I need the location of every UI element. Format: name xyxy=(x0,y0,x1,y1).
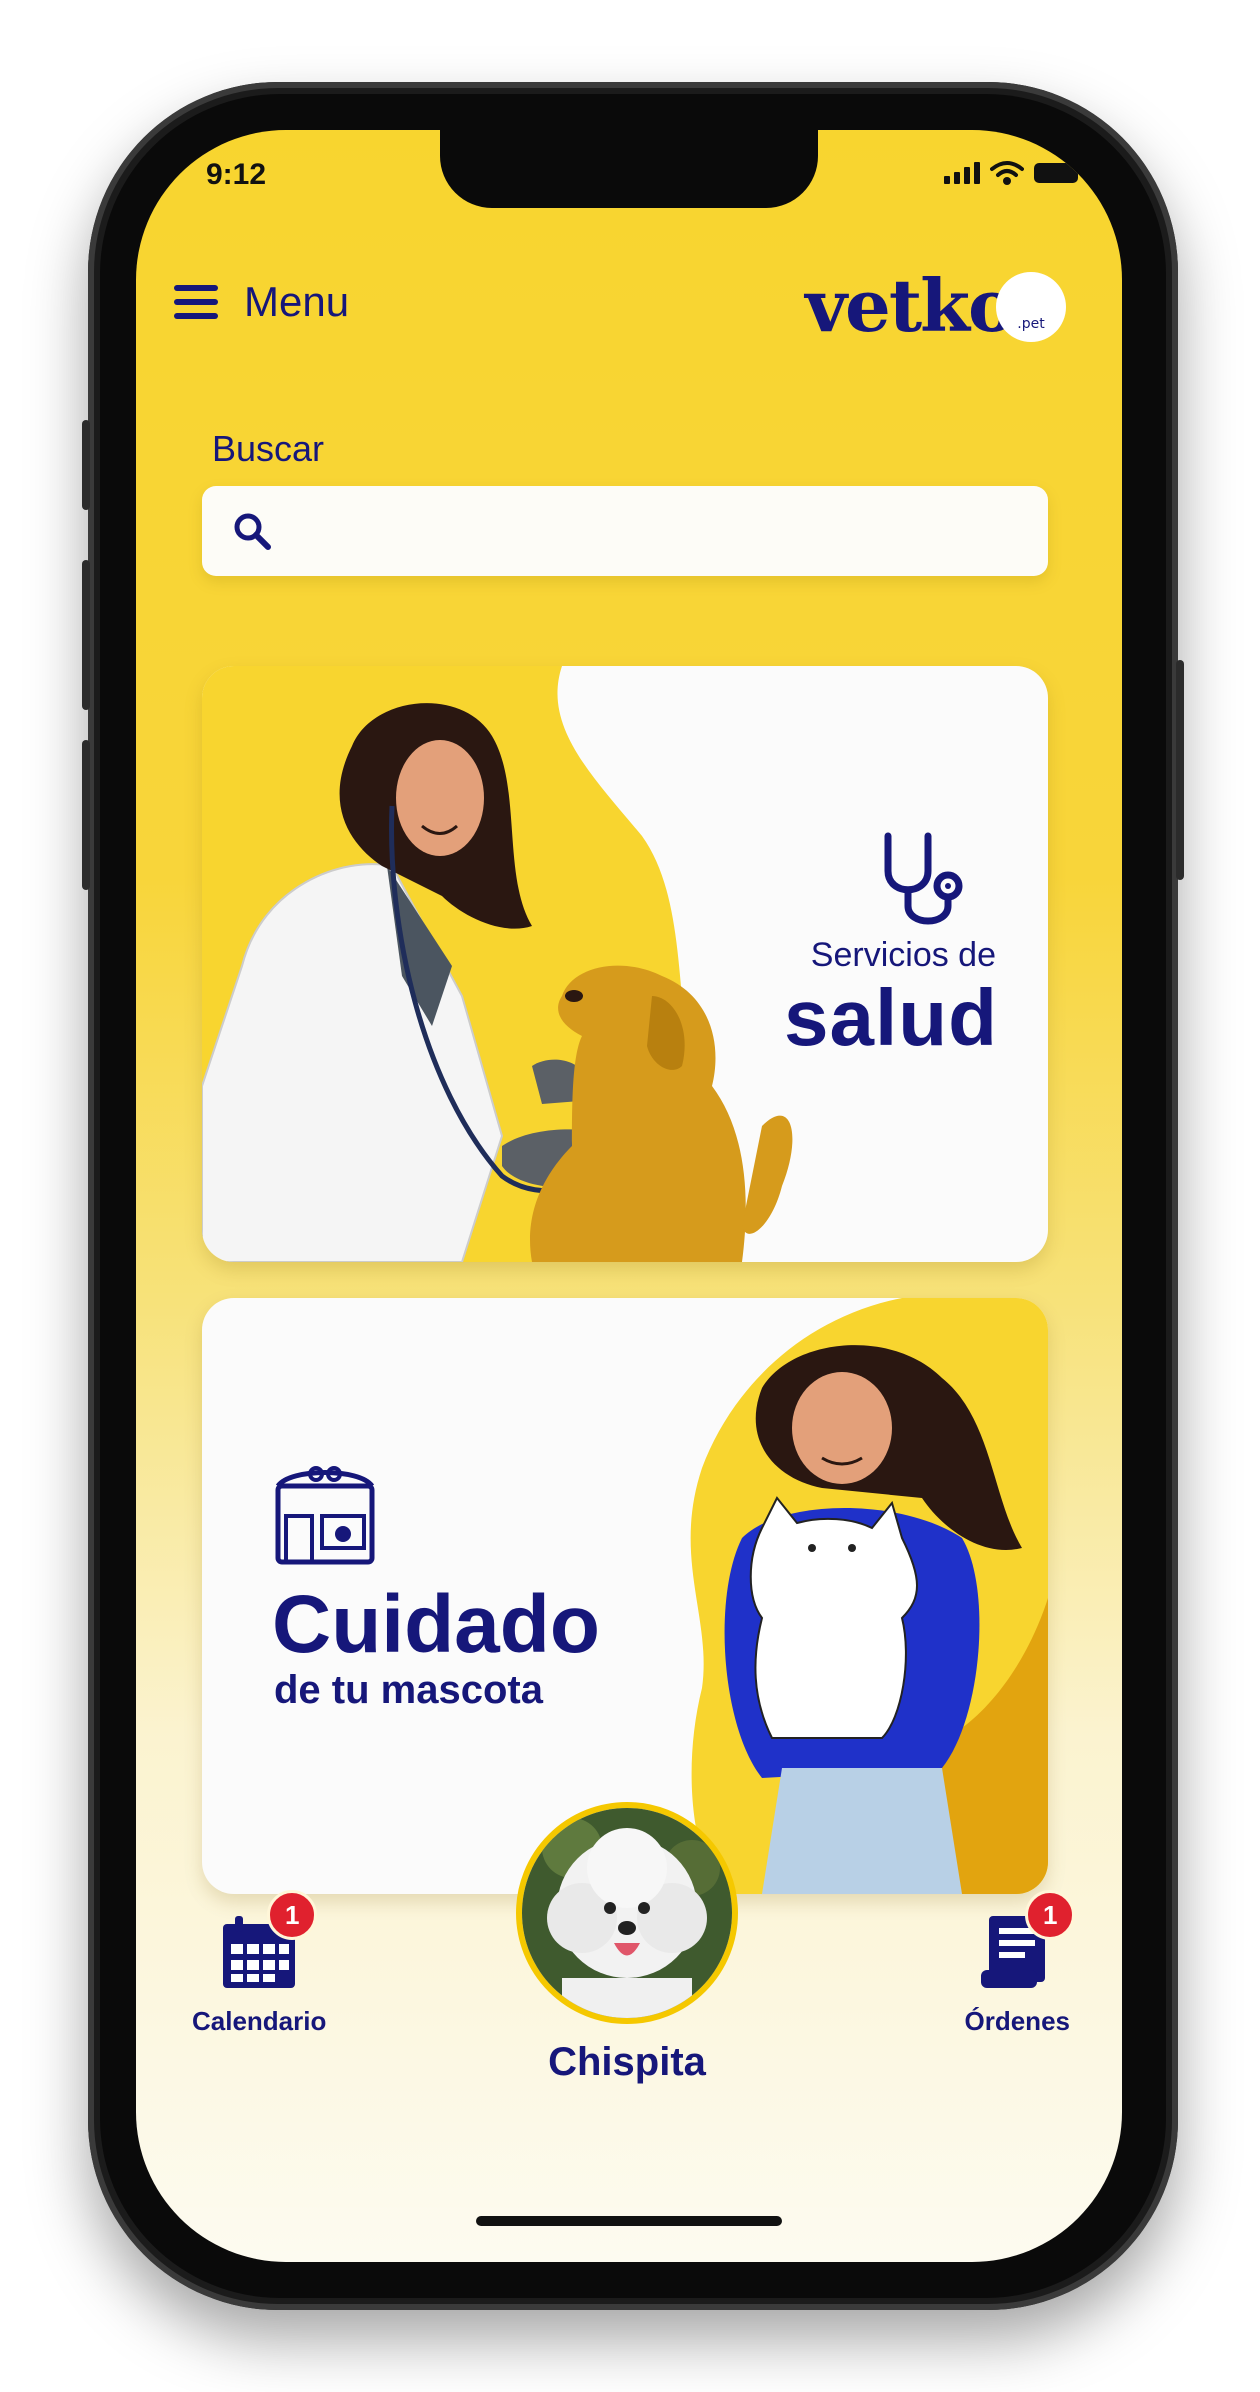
menu-button[interactable]: Menu xyxy=(174,278,349,326)
wifi-icon xyxy=(990,161,1024,185)
hamburger-icon xyxy=(174,285,218,319)
pet-name[interactable]: Chispita xyxy=(516,2040,738,2085)
power-button xyxy=(1176,660,1184,880)
card-care-subtitle: de tu mascota xyxy=(274,1668,543,1712)
logo-wordmark: vetko xyxy=(805,263,1016,348)
volume-up-button xyxy=(82,560,90,710)
menu-label: Menu xyxy=(244,278,350,325)
pet-shop-icon xyxy=(275,1466,375,1565)
search-bar[interactable] xyxy=(202,485,1048,577)
card-health-title: salud xyxy=(784,973,998,1062)
orders-badge: 1 xyxy=(1025,1890,1076,1940)
card-health-subtitle: Servicios de xyxy=(810,936,996,974)
cellular-signal-icon xyxy=(944,162,980,184)
orders-icon: 1 xyxy=(975,1890,1076,1994)
calendar-badge: 1 xyxy=(267,1890,318,1940)
volume-down-button xyxy=(82,740,90,890)
poodle-photo xyxy=(522,1808,732,2018)
pet-avatar[interactable] xyxy=(516,1802,738,2024)
search-input[interactable] xyxy=(274,485,1048,577)
app-screen: 9:12 Menu vetko .pet Buscar Servicios de… xyxy=(136,130,1122,2262)
search-icon xyxy=(234,513,271,550)
vetko-logo: vetko .pet xyxy=(805,262,1066,342)
orders-nav-button[interactable]: 1 Órdenes xyxy=(964,1890,1076,2037)
search-label: Buscar xyxy=(212,428,325,469)
status-time: 9:12 xyxy=(206,158,267,191)
calendar-nav-label: Calendario xyxy=(192,2006,327,2036)
logo-suffix: .pet xyxy=(996,272,1066,342)
silent-switch xyxy=(82,420,90,510)
health-services-card[interactable]: Servicios de salud xyxy=(202,666,1048,1262)
calendar-nav-button[interactable]: 1 Calendario xyxy=(192,1890,327,2037)
stethoscope-icon xyxy=(884,832,963,925)
orders-nav-label: Órdenes xyxy=(964,2006,1071,2036)
battery-icon xyxy=(1034,163,1078,183)
status-icons xyxy=(944,160,1078,186)
card-care-title: Cuidado xyxy=(272,1579,600,1670)
notch xyxy=(440,130,818,208)
calendar-icon: 1 xyxy=(217,1890,318,1994)
home-indicator[interactable] xyxy=(476,2216,782,2226)
